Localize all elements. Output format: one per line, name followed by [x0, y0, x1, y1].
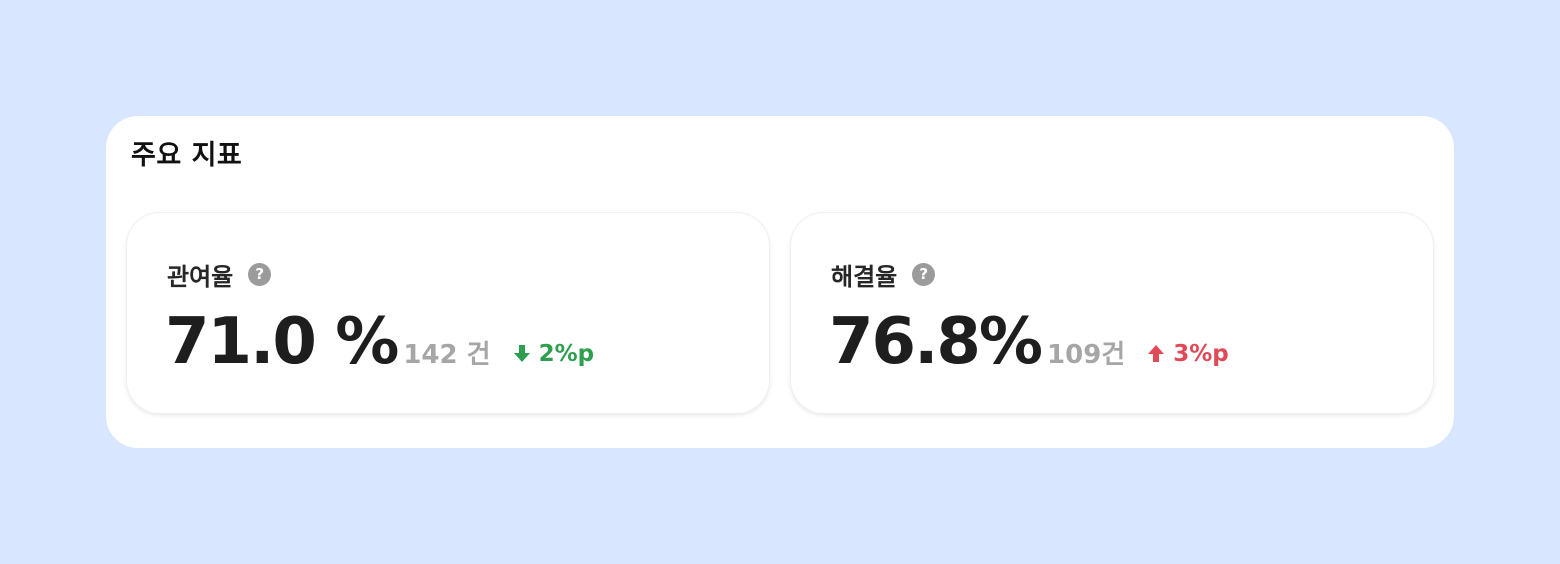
- arrow-up-icon: [1148, 345, 1165, 362]
- metric-value-row: 71.0 % 142 건 2%p: [165, 305, 594, 379]
- metric-value-row: 76.8% 109건 3%p: [829, 305, 1229, 379]
- arrow-down-icon: [513, 345, 530, 362]
- metric-label-row: 해결율 ?: [831, 257, 936, 292]
- metric-delta-value: 3%p: [1173, 340, 1229, 367]
- metric-card-engagement: 관여율 ? 71.0 % 142 건 2%p: [126, 212, 770, 414]
- metric-card-resolution: 해결율 ? 76.8% 109건 3%p: [790, 212, 1434, 414]
- metric-delta-value: 2%p: [538, 340, 595, 367]
- metric-delta: 2%p: [513, 340, 595, 367]
- metric-value: 76.8%: [829, 305, 1043, 379]
- metric-count: 142 건: [403, 340, 491, 370]
- question-circle-icon[interactable]: ?: [248, 263, 272, 286]
- metric-label: 해결율: [831, 263, 898, 291]
- panel-title: 주요 지표: [131, 140, 243, 171]
- metric-delta: 3%p: [1147, 341, 1229, 367]
- question-circle-icon[interactable]: ?: [912, 263, 936, 286]
- metric-label: 관여율: [167, 263, 234, 291]
- metric-label-row: 관여율 ?: [167, 257, 272, 292]
- metric-count: 109건: [1047, 340, 1126, 370]
- key-metrics-panel: 주요 지표 관여율 ? 71.0 % 142 건 2%p 해결율 ? 76.8%…: [106, 116, 1454, 448]
- metric-value: 71.0 %: [165, 305, 399, 379]
